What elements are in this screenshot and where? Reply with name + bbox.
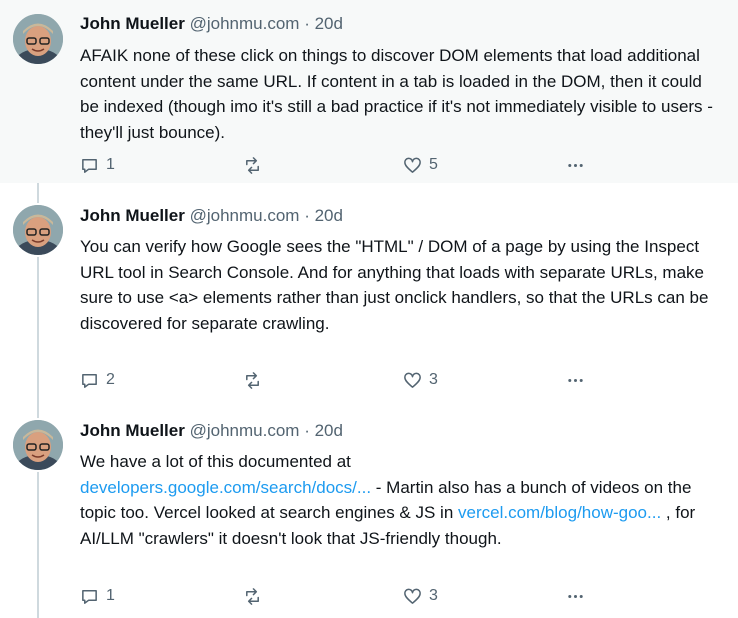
- post-timestamp[interactable]: 20d: [315, 421, 343, 440]
- author-handle[interactable]: @johnmu.com: [190, 421, 300, 440]
- retweet-arrows-icon: [246, 371, 259, 389]
- more-dots-icon: [568, 163, 583, 167]
- post-header: John Mueller @johnmu.com · 20d: [80, 205, 343, 227]
- author-name[interactable]: John Mueller: [80, 14, 185, 33]
- post-timestamp[interactable]: 20d: [315, 14, 343, 33]
- reply-count: 1: [106, 587, 115, 604]
- post-actions: 1 5: [80, 154, 600, 176]
- separator-dot: ·: [304, 421, 310, 440]
- post-actions: 2 3: [80, 369, 600, 391]
- like-count: 5: [429, 156, 438, 173]
- avatar[interactable]: [13, 420, 63, 470]
- more-options-button[interactable]: [566, 154, 585, 176]
- more-options-button[interactable]: [566, 369, 585, 391]
- post[interactable]: John Mueller @johnmu.com · 20d AFAIK non…: [0, 0, 738, 183]
- post-actions: 1 3: [80, 585, 600, 607]
- post-text: AFAIK none of these click on things to d…: [80, 46, 713, 142]
- separator-dot: ·: [304, 206, 310, 225]
- more-dots-icon: [568, 378, 583, 382]
- reply-button[interactable]: 1: [80, 154, 115, 176]
- post-header: John Mueller @johnmu.com · 20d: [80, 420, 343, 442]
- link-developers-google[interactable]: developers.google.com/search/docs/...: [80, 478, 371, 497]
- heart-icon: [404, 372, 421, 388]
- post-header: John Mueller @johnmu.com · 20d: [80, 13, 343, 35]
- retweet-button[interactable]: [243, 585, 262, 607]
- post-text-segment: We have a lot of this documented at: [80, 452, 351, 471]
- reply-button[interactable]: 2: [80, 369, 115, 391]
- avatar[interactable]: [13, 205, 63, 255]
- reply-bubble-icon: [82, 158, 97, 173]
- post-text: We have a lot of this documented at devel…: [80, 449, 720, 551]
- like-count: 3: [429, 371, 438, 388]
- reply-button[interactable]: 1: [80, 585, 115, 607]
- reply-bubble-icon: [82, 589, 97, 604]
- retweet-arrows-icon: [246, 156, 259, 174]
- post-timestamp[interactable]: 20d: [315, 206, 343, 225]
- author-name[interactable]: John Mueller: [80, 421, 185, 440]
- post-text: You can verify how Google sees the "HTML…: [80, 237, 709, 333]
- more-dots-icon: [568, 594, 583, 598]
- heart-icon: [404, 588, 421, 604]
- reply-count: 1: [106, 156, 115, 173]
- like-button[interactable]: 3: [403, 585, 438, 607]
- link-vercel-blog[interactable]: vercel.com/blog/how-goo...: [458, 503, 661, 522]
- reply-bubble-icon: [82, 373, 97, 388]
- like-button[interactable]: 5: [403, 154, 438, 176]
- post[interactable]: John Mueller @johnmu.com · 20d You can v…: [0, 183, 738, 398]
- reply-count: 2: [106, 371, 115, 388]
- retweet-arrows-icon: [246, 587, 259, 605]
- retweet-button[interactable]: [243, 154, 262, 176]
- separator-dot: ·: [304, 14, 310, 33]
- heart-icon: [404, 157, 421, 173]
- author-handle[interactable]: @johnmu.com: [190, 206, 300, 225]
- avatar[interactable]: [13, 14, 63, 64]
- author-name[interactable]: John Mueller: [80, 206, 185, 225]
- author-handle[interactable]: @johnmu.com: [190, 14, 300, 33]
- post[interactable]: John Mueller @johnmu.com · 20d We have a…: [0, 398, 738, 618]
- more-options-button[interactable]: [566, 585, 585, 607]
- like-button[interactable]: 3: [403, 369, 438, 391]
- like-count: 3: [429, 587, 438, 604]
- retweet-button[interactable]: [243, 369, 262, 391]
